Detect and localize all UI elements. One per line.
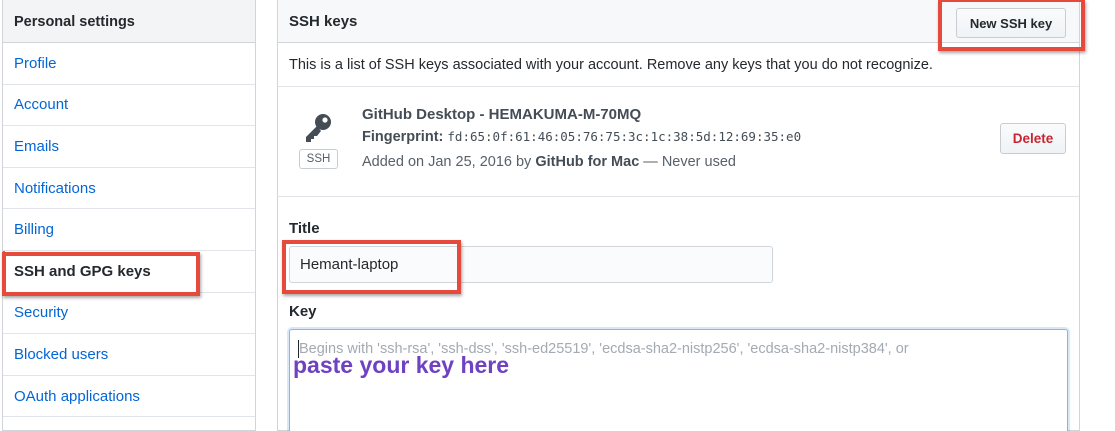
sidebar-header: Personal settings (3, 0, 255, 43)
delete-key-button[interactable]: Delete (1000, 123, 1066, 154)
info-text: This is a list of SSH keys associated wi… (278, 43, 1079, 87)
key-title: GitHub Desktop - HEMAKUMA-M-70MQ (362, 106, 642, 123)
sidebar-item-account[interactable]: Account (3, 85, 255, 127)
new-ssh-key-button[interactable]: New SSH key (956, 8, 1066, 38)
key-icon (306, 114, 331, 142)
settings-sidebar: Personal settings Profile Account Emails… (2, 0, 256, 431)
title-input[interactable] (289, 246, 773, 283)
key-added-info: Added on Jan 25, 2016 by GitHub for Mac … (362, 154, 736, 170)
key-label: Key (289, 303, 317, 320)
added-prefix: Added on Jan 25, 2016 by (362, 154, 532, 170)
sidebar-item-notifications[interactable]: Notifications (3, 168, 255, 210)
page-title: SSH keys (289, 13, 358, 30)
fingerprint-label: Fingerprint: (362, 129, 444, 145)
sidebar-item-ssh-gpg-keys[interactable]: SSH and GPG keys (3, 250, 255, 293)
ssh-badge: SSH (299, 149, 338, 169)
ssh-keys-panel: SSH keys New SSH key This is a list of S… (277, 0, 1080, 431)
sidebar-item-emails[interactable]: Emails (3, 126, 255, 168)
sidebar-item-profile[interactable]: Profile (3, 43, 255, 85)
added-by: GitHub for Mac (535, 154, 640, 170)
title-label: Title (289, 220, 320, 237)
key-fingerprint: Fingerprint: fd:65:0f:61:46:05:76:75:3c:… (362, 129, 801, 145)
sidebar-item-security[interactable]: Security (3, 293, 255, 335)
ssh-key-item: SSH GitHub Desktop - HEMAKUMA-M-70MQ Fin… (278, 87, 1079, 197)
sidebar-item-billing[interactable]: Billing (3, 209, 255, 251)
panel-header: SSH keys New SSH key (278, 0, 1079, 43)
paste-annotation: paste your key here (293, 352, 510, 378)
key-textarea[interactable]: Begins with 'ssh-rsa', 'ssh-dss', 'ssh-e… (289, 329, 1068, 431)
sidebar-item-oauth-applications[interactable]: OAuth applications (3, 376, 255, 418)
fingerprint-value: fd:65:0f:61:46:05:76:75:3c:1c:38:5d:12:6… (447, 129, 802, 144)
sidebar-item-blocked-users[interactable]: Blocked users (3, 334, 255, 376)
added-suffix: — Never used (643, 154, 736, 170)
